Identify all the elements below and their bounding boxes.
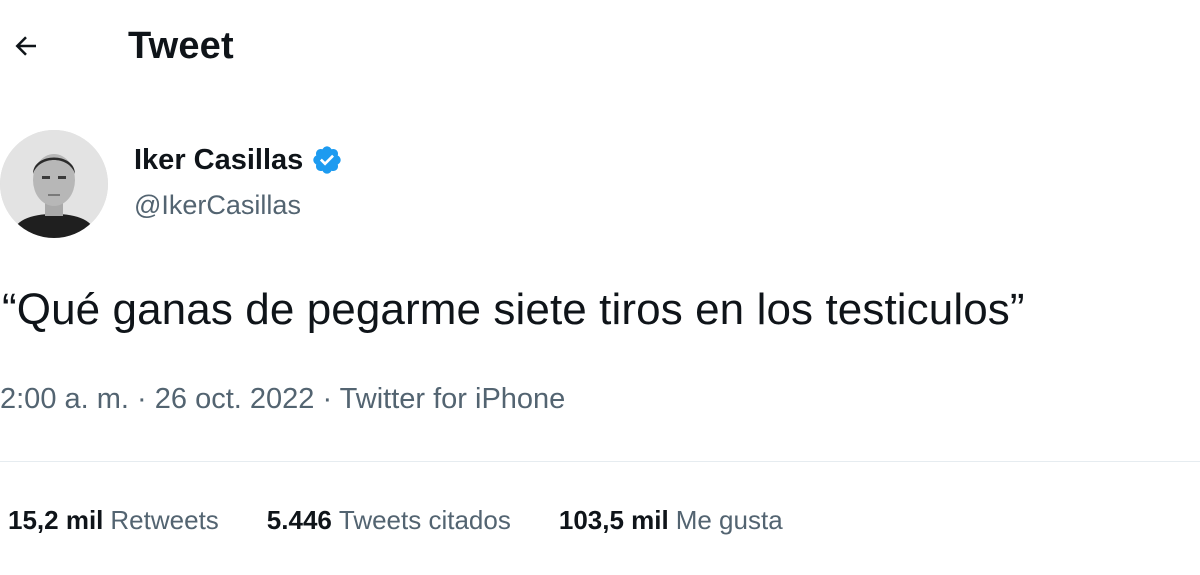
page-header: Tweet: [0, 0, 1200, 96]
stat-value: 5.446: [266, 505, 332, 535]
tweet-meta: 2:00 a. m. · 26 oct. 2022 · Twitter for …: [0, 380, 565, 418]
stat-label: Retweets: [110, 505, 219, 535]
tweet-text: “Qué ganas de pegarme siete tiros en los…: [2, 285, 1025, 334]
meta-separator: ·: [128, 383, 155, 415]
stat-label: Me gusta: [675, 505, 783, 535]
author-name-link[interactable]: Iker Casillas: [134, 142, 343, 178]
tweet-source[interactable]: Twitter for iPhone: [340, 383, 566, 415]
back-button[interactable]: [4, 24, 48, 68]
tweet-author: Iker Casillas @IkerCasillas: [0, 128, 700, 240]
meta-separator: ·: [314, 383, 340, 415]
avatar-image: [0, 130, 108, 238]
author-name: Iker Casillas: [134, 144, 304, 176]
divider: [0, 461, 1200, 462]
arrow-left-icon: [15, 36, 37, 56]
quote-tweets-stat[interactable]: 5.446 Tweets citados: [267, 503, 511, 537]
verified-badge-icon: [313, 146, 341, 174]
likes-stat[interactable]: 103,5 mil Me gusta: [559, 503, 783, 537]
stat-value: 103,5 mil: [558, 505, 669, 535]
tweet-stats: 15,2 mil Retweets 5.446 Tweets citados 103…: [8, 503, 783, 537]
tweet-date[interactable]: 26 oct. 2022: [155, 383, 315, 415]
tweet-time[interactable]: 2:00 a. m.: [0, 383, 129, 415]
retweets-stat[interactable]: 15,2 mil Retweets: [8, 503, 219, 537]
avatar[interactable]: [0, 130, 108, 238]
page-title: Tweet: [128, 25, 234, 67]
stat-value: 15,2 mil: [8, 505, 104, 535]
author-handle[interactable]: @IkerCasillas: [134, 188, 301, 222]
stat-label: Tweets citados: [338, 505, 511, 535]
